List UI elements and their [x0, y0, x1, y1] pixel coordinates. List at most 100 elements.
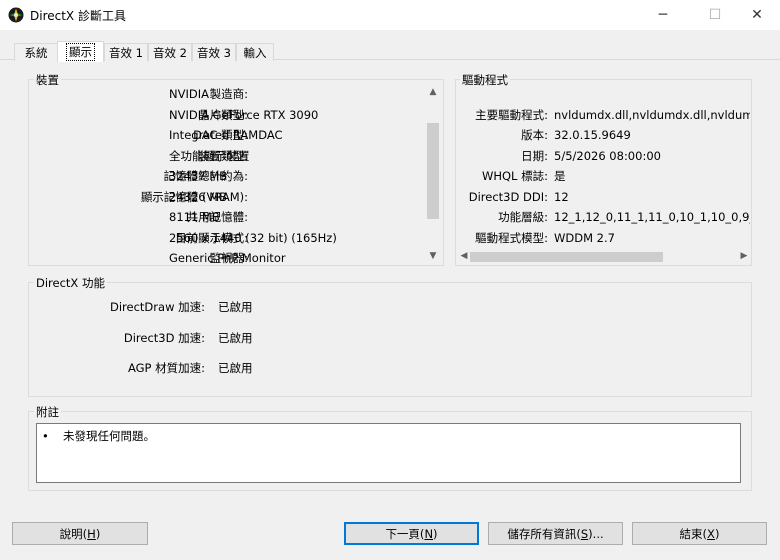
device-value: 8111 MB [169, 210, 220, 224]
maximize-icon: ☐ [708, 7, 722, 23]
tab-sound-1[interactable]: 音效 1 [104, 43, 148, 61]
tab-bar: 系統 顯示 音效 1 音效 2 音效 3 輸入 [0, 30, 780, 62]
tab-sound-3[interactable]: 音效 3 [192, 43, 236, 61]
chevron-down-icon[interactable]: ▼ [425, 251, 441, 261]
title-bar: DirectX 診斷工具 ─ ☐ ✕ [0, 0, 780, 30]
help-button-text: 說明( [59, 526, 88, 541]
device-row: 監視器: Generic PnP Monitor [28, 249, 428, 267]
driver-value: 5/5/2026 08:00:00 [554, 149, 661, 163]
feature-row: AGP 材質加速: 已啟用 [28, 359, 428, 377]
notes-title: 附註 [34, 404, 61, 420]
scrollbar-thumb[interactable] [470, 252, 663, 262]
exit-button-key: X [707, 526, 715, 541]
tab-input[interactable]: 輸入 [236, 43, 274, 61]
feature-row: Direct3D 加速: 已啟用 [28, 329, 428, 347]
tab-label: 系統 [24, 45, 48, 60]
help-button-key: H [87, 526, 96, 541]
driver-row: WHQL 標誌: 是 [456, 167, 750, 185]
driver-scrollbar[interactable]: ◀ ▶ [456, 249, 750, 265]
device-value: Generic PnP Monitor [169, 251, 286, 265]
device-row: 記憶體總計約為: 32437 MB [28, 167, 428, 185]
driver-row: 日期: 5/5/2026 08:00:00 [456, 147, 750, 165]
directx-icon [8, 7, 24, 23]
save-all-info-button[interactable]: 儲存所有資訊(S)... [488, 522, 623, 545]
driver-value: nvldumdx.dll,nvldumdx.dll,nvldumdx.c [554, 108, 750, 122]
driver-row: 驅動程式模型: WDDM 2.7 [456, 229, 750, 245]
driver-row: 版本: 32.0.15.9649 [456, 126, 750, 144]
driver-label: 主要驅動程式: [475, 108, 548, 122]
device-row: DAC 類型: Integrated RAMDAC [28, 126, 428, 144]
driver-label: WHQL 標誌: [481, 169, 548, 183]
device-value: 全功能顯示裝置 [169, 149, 250, 163]
save-button-end: )... [588, 526, 604, 541]
help-button[interactable]: 說明(H) [12, 522, 148, 545]
chevron-right-icon[interactable]: ▶ [736, 251, 752, 261]
window-title: DirectX 診斷工具 [30, 9, 126, 23]
scrollbar-thumb[interactable] [427, 123, 439, 219]
next-page-button[interactable]: 下一頁(N) [344, 522, 479, 545]
minimize-button[interactable]: ─ [640, 0, 686, 30]
driver-label: 功能層級: [498, 210, 548, 224]
next-button-key: N [424, 526, 434, 541]
close-icon: ✕ [751, 7, 763, 23]
maximize-button[interactable]: ☐ [692, 0, 738, 30]
exit-button[interactable]: 結束(X) [632, 522, 767, 545]
tab-label: 顯示 [66, 43, 95, 61]
device-value: 24326 MB [169, 190, 228, 204]
driver-info-panel: 主要驅動程式: nvldumdx.dll,nvldumdx.dll,nvldum… [456, 85, 750, 245]
notes-textbox[interactable]: • 未發現任何問題。 [36, 423, 741, 483]
tab-label: 音效 3 [197, 45, 231, 60]
driver-label: 驅動程式模型: [475, 231, 548, 245]
directx-features-title: DirectX 功能 [34, 275, 107, 291]
feature-value: 已啟用 [218, 300, 253, 314]
driver-value: 是 [554, 169, 566, 183]
device-scrollbar[interactable]: ▲ ▼ [425, 85, 441, 265]
feature-label: DirectDraw 加速: [110, 300, 205, 314]
tab-label: 輸入 [243, 45, 267, 60]
device-row: 裝置類型: 全功能顯示裝置 [28, 147, 428, 165]
exit-button-text: 結束( [679, 526, 708, 541]
chevron-up-icon[interactable]: ▲ [425, 87, 441, 97]
driver-label: 版本: [521, 128, 548, 142]
driver-row: 主要驅動程式: nvldumdx.dll,nvldumdx.dll,nvldum… [456, 106, 750, 124]
driver-row: 功能層級: 12_1,12_0,11_1,11_0,10_1,10_0,9_3,… [456, 208, 750, 226]
driver-value: WDDM 2.7 [554, 231, 615, 245]
notes-item: 未發現任何問題。 [63, 429, 155, 443]
tab-label: 音效 2 [153, 45, 187, 60]
minimize-icon: ─ [658, 7, 668, 23]
bullet-icon: • [42, 429, 49, 443]
device-value: NVIDIA GeForce RTX 3090 [169, 108, 319, 122]
device-row: 晶片類型: NVIDIA GeForce RTX 3090 [28, 106, 428, 124]
driver-value: 12_1,12_0,11_1,11_0,10_1,10_0,9_3,9_2 [554, 210, 750, 224]
device-row: 共用記憶體: 8111 MB [28, 208, 428, 226]
device-label: 製造商: [209, 87, 248, 101]
feature-label: Direct3D 加速: [123, 331, 205, 345]
device-value: Integrated RAMDAC [169, 128, 283, 142]
driver-label: Direct3D DDI: [468, 190, 548, 204]
device-value: NVIDIA [169, 87, 209, 101]
driver-value: 12 [554, 190, 569, 204]
device-row: 顯示記憶體 (VRAM): 24326 MB [28, 188, 428, 206]
close-button[interactable]: ✕ [734, 0, 780, 30]
driver-label: 日期: [521, 149, 548, 163]
device-row: 製造商: NVIDIA [28, 85, 428, 103]
device-value: 2560 x 1440 (32 bit) (165Hz) [169, 231, 337, 245]
help-button-end: ) [95, 526, 101, 541]
next-button-text: 下一頁( [385, 526, 425, 541]
feature-value: 已啟用 [218, 361, 253, 375]
tab-system[interactable]: 系統 [14, 43, 58, 61]
exit-button-end: ) [714, 526, 720, 541]
tab-display[interactable]: 顯示 [57, 41, 104, 62]
save-button-text: 儲存所有資訊( [507, 526, 581, 541]
driver-row: Direct3D DDI: 12 [456, 188, 750, 206]
driver-value: 32.0.15.9649 [554, 128, 631, 142]
feature-row: DirectDraw 加速: 已啟用 [28, 298, 428, 316]
feature-label: AGP 材質加速: [127, 361, 205, 375]
tab-sound-2[interactable]: 音效 2 [148, 43, 192, 61]
feature-value: 已啟用 [218, 331, 253, 345]
save-button-key: S [580, 526, 589, 541]
device-row: 目前顯示模式: 2560 x 1440 (32 bit) (165Hz) [28, 229, 428, 247]
device-value: 32437 MB [169, 169, 228, 183]
next-button-end: ) [433, 526, 438, 541]
tab-label: 音效 1 [109, 45, 143, 60]
